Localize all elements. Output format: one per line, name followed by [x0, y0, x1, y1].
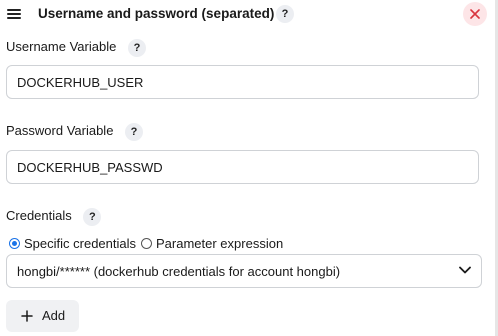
password-variable-label: Password Variable ?: [6, 123, 144, 141]
password-variable-label-text: Password Variable: [6, 123, 114, 138]
binding-panel: Username and password (separated) ? User…: [0, 0, 498, 336]
username-variable-input[interactable]: [6, 65, 479, 99]
username-help-icon[interactable]: ?: [127, 39, 146, 57]
password-variable-input[interactable]: [6, 150, 479, 184]
binding-header: Username and password (separated) ?: [0, 0, 490, 28]
parameter-expression-label[interactable]: Parameter expression: [156, 236, 283, 251]
password-help-icon[interactable]: ?: [125, 123, 144, 141]
credentials-mode-radio-group: Specific credentials Parameter expression: [9, 235, 288, 251]
close-icon[interactable]: [463, 2, 487, 26]
add-button[interactable]: Add: [6, 300, 79, 332]
specific-credentials-radio[interactable]: [9, 238, 20, 250]
binding-title: Username and password (separated): [38, 6, 275, 21]
credentials-label: Credentials ?: [6, 208, 102, 226]
chevron-down-icon: [459, 266, 471, 274]
header-help-icon[interactable]: ?: [276, 5, 294, 23]
credentials-select-value: hongbi/****** (dockerhub credentials for…: [17, 264, 341, 279]
username-variable-label: Username Variable ?: [6, 39, 146, 57]
plus-icon: [21, 310, 33, 322]
specific-credentials-label[interactable]: Specific credentials: [24, 236, 136, 251]
close-x-glyph: [470, 9, 480, 19]
username-variable-label-text: Username Variable: [6, 39, 117, 54]
drag-handle-icon[interactable]: [7, 9, 21, 19]
add-button-label: Add: [42, 308, 66, 323]
credentials-label-text: Credentials: [6, 208, 72, 223]
credentials-select[interactable]: hongbi/****** (dockerhub credentials for…: [6, 254, 482, 288]
credentials-help-icon[interactable]: ?: [83, 208, 102, 226]
parameter-expression-radio[interactable]: [141, 238, 152, 250]
